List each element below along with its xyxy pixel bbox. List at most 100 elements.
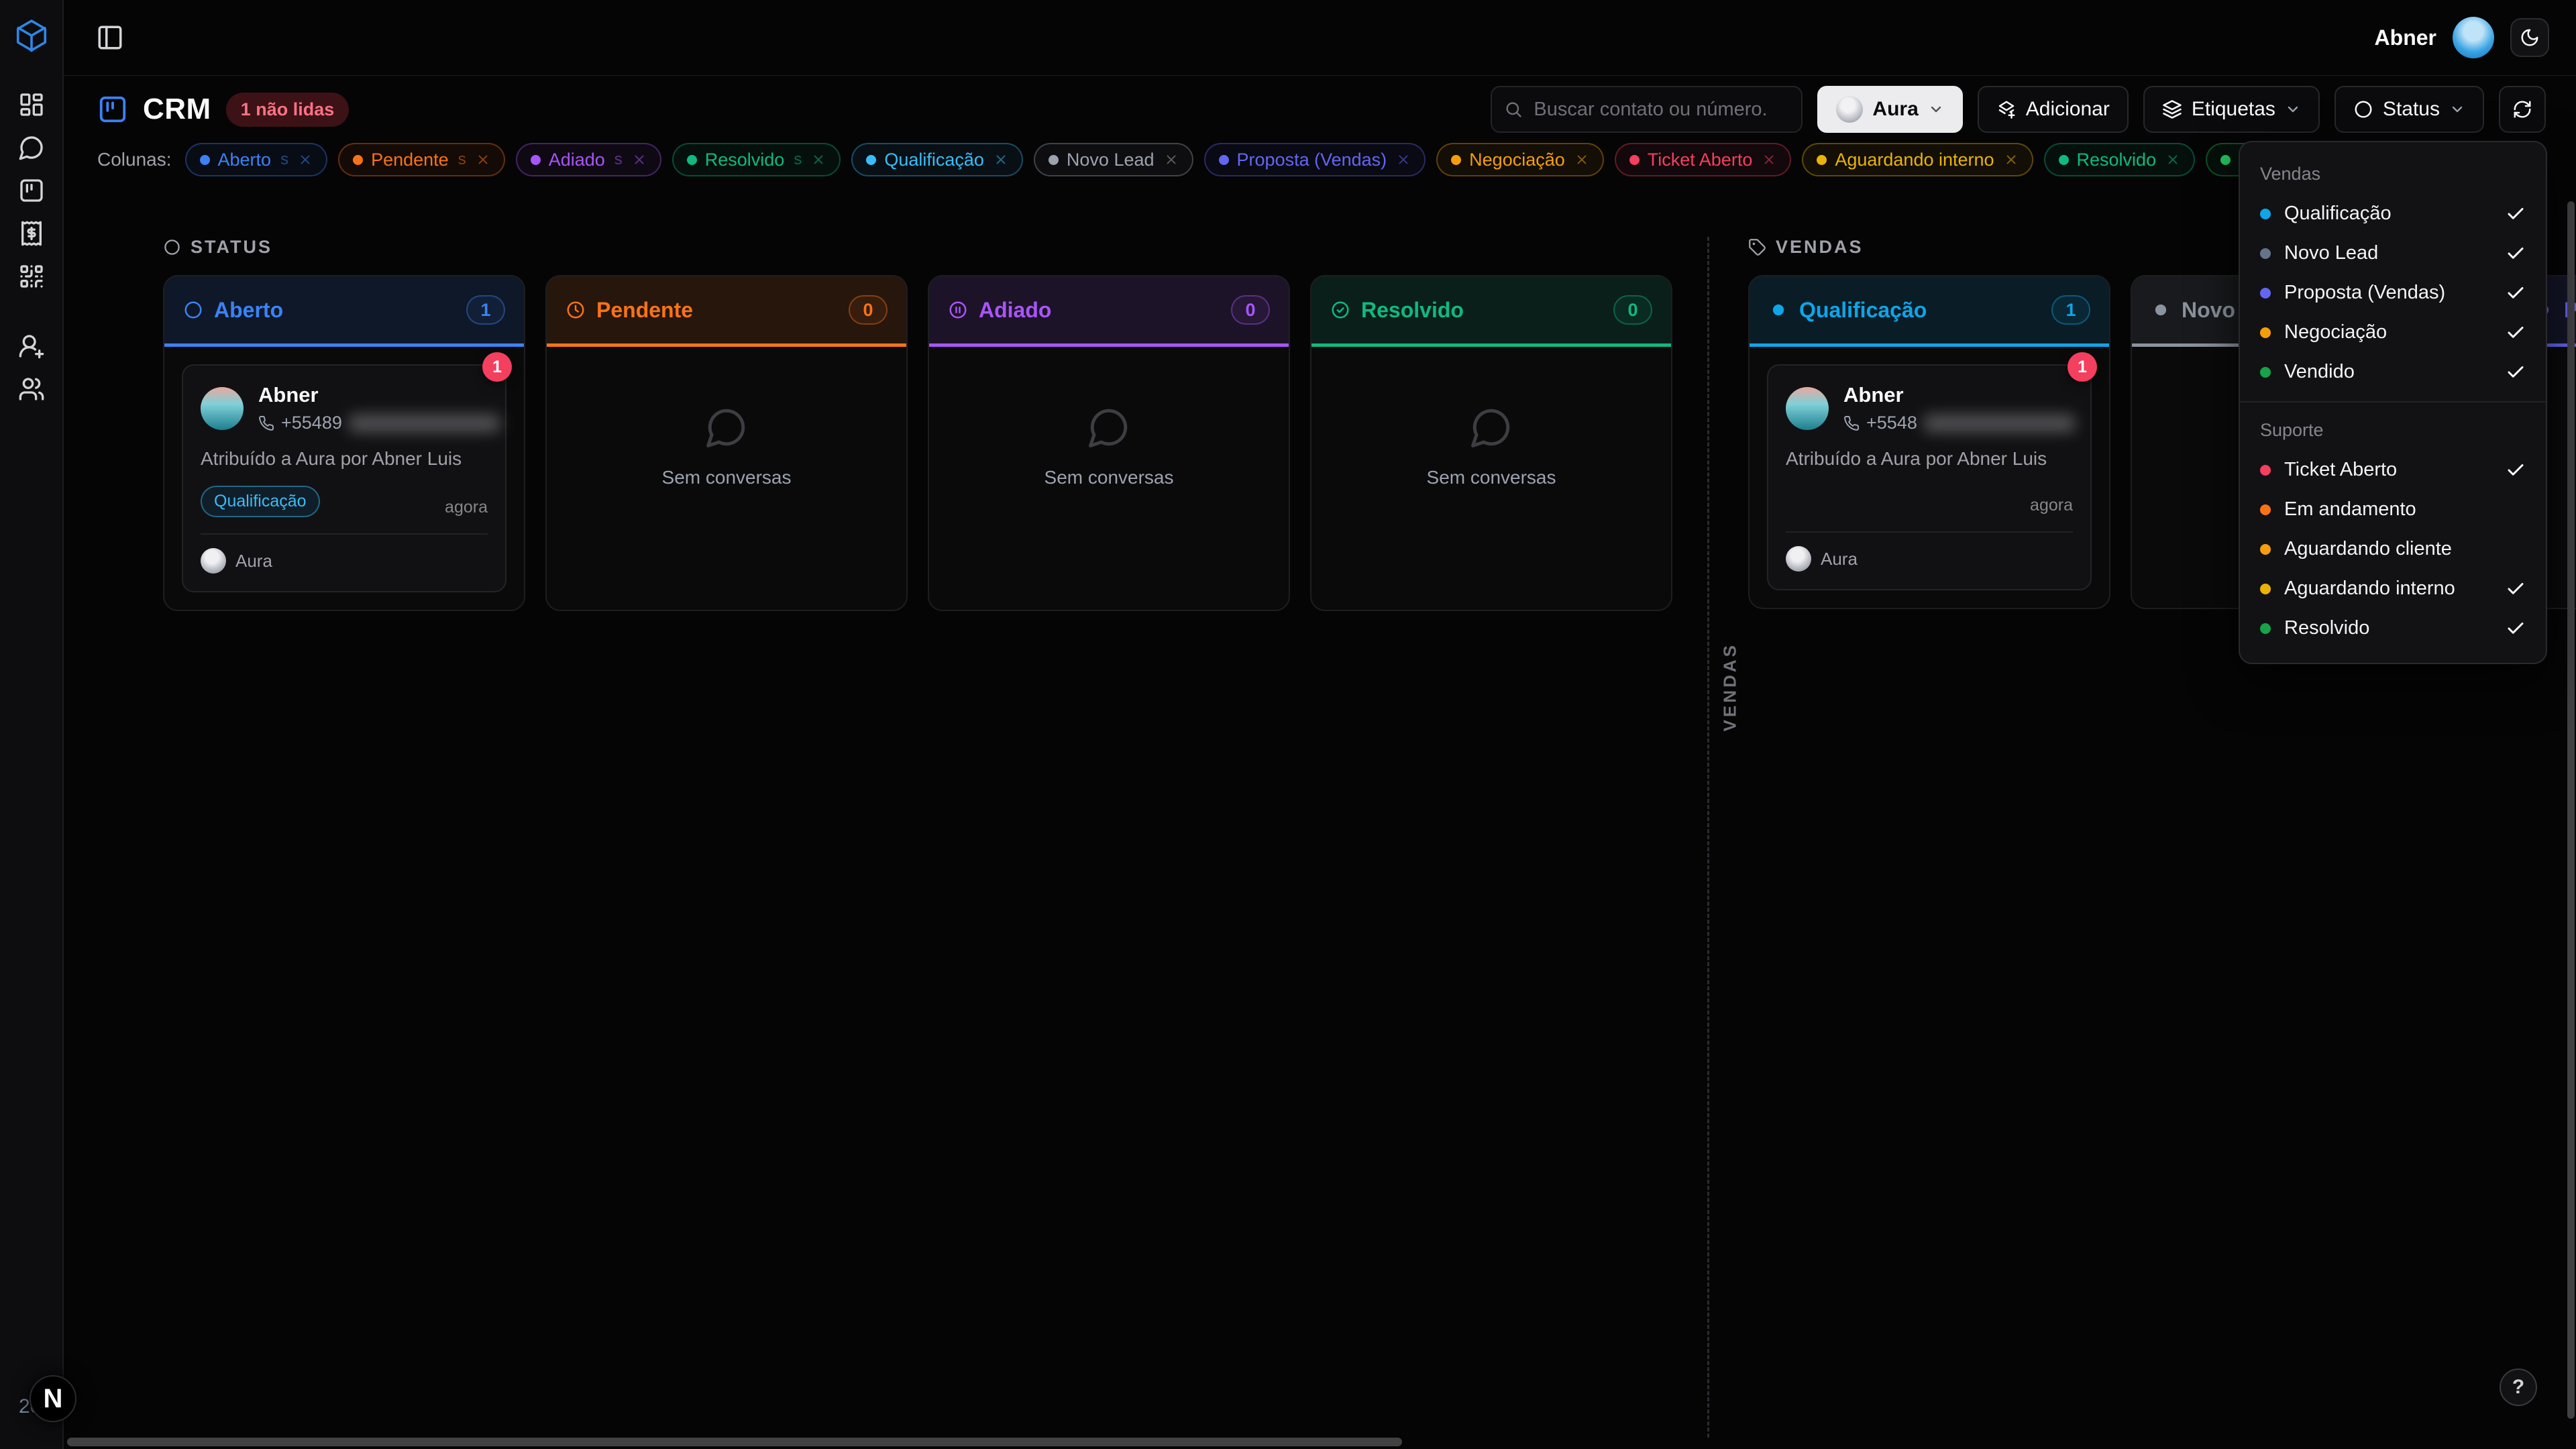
column-header[interactable]: Resolvido 0	[1311, 276, 1671, 343]
column-icon	[1768, 300, 1788, 320]
column-chip[interactable]: Negociação	[1436, 143, 1604, 176]
sidebar-item-qr-code[interactable]	[11, 256, 52, 297]
column-title: Resolvido	[1361, 298, 1464, 323]
sidebar-item-chats[interactable]	[11, 127, 52, 168]
vertical-scrollbar[interactable]	[2567, 201, 2575, 1419]
chip-color-dot	[1219, 155, 1229, 165]
column-chip[interactable]: Resolvido s	[672, 143, 841, 176]
etiqueta-menu-item[interactable]: Aguardando interno	[2240, 569, 2546, 608]
topbar: Abner	[64, 0, 2576, 76]
column-chip[interactable]: Novo Lead	[1034, 143, 1193, 176]
conversation-card[interactable]: 1 Abner +5548 Atribuído a A	[1767, 364, 2092, 590]
sidebar-item-add-contact[interactable]	[11, 326, 52, 366]
panel-left-icon	[96, 23, 124, 52]
refresh-button[interactable]	[2499, 86, 2546, 133]
unread-count-badge: 1	[482, 352, 512, 382]
timestamp: agora	[2030, 496, 2073, 515]
page-title: CRM	[143, 93, 211, 126]
empty-state: Sem conversas	[1329, 364, 1654, 529]
check-icon	[2506, 579, 2526, 599]
tag-icon	[1748, 238, 1766, 256]
close-icon[interactable]	[811, 152, 826, 167]
etiqueta-label: Qualificação	[2284, 203, 2392, 225]
column-chip[interactable]: Adiado s	[516, 143, 661, 176]
agent-avatar	[201, 548, 226, 574]
sidebar-item-contacts[interactable]	[11, 369, 52, 409]
dev-badge[interactable]: N	[30, 1375, 76, 1422]
column-count-badge: 0	[1613, 295, 1652, 325]
etiqueta-menu-item[interactable]: Aguardando cliente	[2240, 529, 2546, 569]
column-chip[interactable]: Proposta (Vendas)	[1204, 143, 1426, 176]
help-button[interactable]: ?	[2500, 1368, 2537, 1406]
etiqueta-menu-item[interactable]: Vendido	[2240, 352, 2546, 392]
kanban-icon	[97, 94, 128, 125]
status-button[interactable]: Status	[2334, 86, 2484, 133]
theme-toggle-button[interactable]	[2510, 18, 2549, 57]
close-icon[interactable]	[632, 152, 647, 167]
agent-selector-button[interactable]: Aura	[1817, 86, 1962, 133]
column-chip[interactable]: Aberto s	[185, 143, 328, 176]
etiqueta-color-dot	[2260, 367, 2271, 378]
search-input[interactable]	[1491, 86, 1803, 133]
column-chip[interactable]: Qualificação	[851, 143, 1023, 176]
column-chip[interactable]: Pendente s	[338, 143, 505, 176]
column-header[interactable]: Pendente 0	[547, 276, 906, 343]
etiqueta-menu-item[interactable]: Negociação	[2240, 313, 2546, 352]
sidebar-item-billing[interactable]	[11, 213, 52, 254]
etiqueta-color-dot	[2260, 623, 2271, 634]
column-header[interactable]: Aberto 1	[164, 276, 524, 343]
horizontal-scrollbar[interactable]	[67, 1438, 1402, 1446]
status-button-label: Status	[2383, 98, 2440, 121]
etiqueta-menu-item[interactable]: Qualificação	[2240, 194, 2546, 233]
column-chip[interactable]: Aguardando interno	[1802, 143, 2033, 176]
sidebar-item-crm-board[interactable]	[11, 170, 52, 211]
status-section-label: STATUS	[163, 237, 1672, 258]
add-button[interactable]: Adicionar	[1978, 86, 2129, 133]
close-icon[interactable]	[994, 152, 1008, 167]
etiqueta-menu-item[interactable]: Em andamento	[2240, 490, 2546, 529]
chip-suffix: s	[280, 150, 288, 169]
chat-bubble-icon	[1087, 405, 1131, 449]
conversation-card[interactable]: 1 Abner +55489 Atribuído a	[182, 364, 506, 592]
labels-button[interactable]: Etiquetas	[2143, 86, 2320, 133]
check-icon	[2506, 460, 2526, 480]
column-header[interactable]: Qualificação 1	[1750, 276, 2109, 343]
column-chip[interactable]: Ticket Aberto	[1615, 143, 1792, 176]
column-chip[interactable]: Resolvido	[2044, 143, 2196, 176]
chat-bubble-icon	[1469, 405, 1513, 449]
assigned-text: Atribuído a Aura por Abner Luis	[1786, 448, 2073, 470]
close-icon[interactable]	[2165, 152, 2180, 167]
kanban-column: Aberto 1 1 Abner +55489	[163, 275, 525, 611]
sidebar-item-dashboard[interactable]	[11, 85, 52, 125]
close-icon[interactable]	[1164, 152, 1179, 167]
etiqueta-menu-item[interactable]: Resolvido	[2240, 608, 2546, 648]
qr-icon	[18, 263, 45, 290]
chip-color-dot	[353, 155, 363, 165]
etiqueta-menu-item[interactable]: Novo Lead	[2240, 233, 2546, 273]
close-icon[interactable]	[476, 152, 490, 167]
column-title: Aberto	[214, 298, 283, 323]
close-icon[interactable]	[1574, 152, 1589, 167]
etiqueta-menu-item[interactable]: Ticket Aberto	[2240, 450, 2546, 490]
etiqueta-color-dot	[2260, 209, 2271, 219]
close-icon[interactable]	[2004, 152, 2019, 167]
column-count-badge: 1	[2051, 295, 2090, 325]
etiquetas-dropdown: Vendas Qualificação Novo Lead Proposta (…	[2239, 141, 2547, 664]
kanban-column: Resolvido 0 Sem conversas	[1310, 275, 1672, 611]
etiqueta-menu-item[interactable]: Proposta (Vendas)	[2240, 273, 2546, 313]
refresh-icon	[2512, 99, 2532, 119]
user-avatar[interactable]	[2453, 17, 2494, 58]
status-section: STATUS Aberto 1 1 Abner	[163, 237, 1672, 611]
close-icon[interactable]	[298, 152, 313, 167]
page-header: CRM 1 não lidas Aura Adicionar	[64, 76, 2576, 143]
column-icon	[948, 300, 968, 320]
empty-state-text: Sem conversas	[1427, 467, 1556, 488]
columns-label: Colunas:	[97, 149, 172, 170]
close-icon[interactable]	[1396, 152, 1411, 167]
close-icon[interactable]	[1762, 152, 1776, 167]
sidebar-toggle-button[interactable]	[96, 23, 124, 52]
receipt-icon	[18, 220, 45, 247]
column-header[interactable]: Adiado 0	[929, 276, 1289, 343]
contact-phone: +5548	[1843, 413, 2075, 433]
chat-bubble-icon	[704, 405, 749, 449]
